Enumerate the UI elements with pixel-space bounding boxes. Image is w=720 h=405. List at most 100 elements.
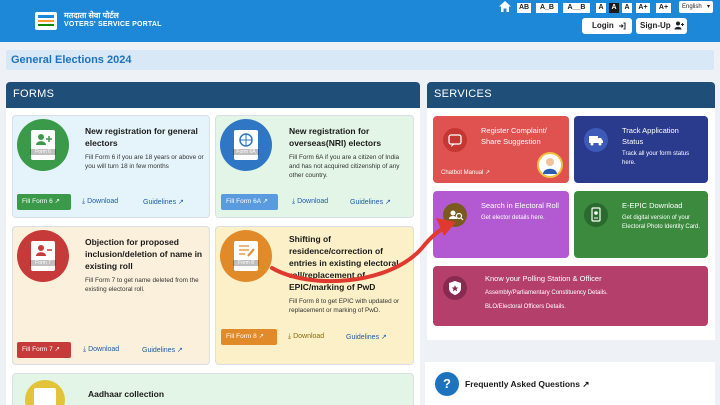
form7-desc: Fill Form 7 to get name deleted from the… [85, 277, 199, 293]
form8-download-label: Download [293, 333, 325, 340]
faq-link[interactable]: Frequently Asked Questions ↗ [465, 379, 589, 390]
font-size-large[interactable]: A+ [636, 3, 650, 13]
external-link-icon: ↗ [582, 379, 590, 389]
brand-english: VOTERS' SERVICE PORTAL [64, 21, 162, 28]
form6a-desc: Fill Form 6A if you are a citizen of Ind… [289, 154, 400, 179]
track-application-desc: Track all your form status here. [622, 151, 690, 166]
form6-icon-label: Form 6 [30, 149, 56, 155]
e-epic-download-desc: Get digital version of your Electoral Ph… [622, 215, 701, 230]
form8-guidelines-link[interactable]: Guidelines ↗ [346, 333, 387, 341]
polling-station-desc: Assembly/Parliamentary Constituency Deta… [485, 290, 608, 296]
fill-form7-label: Fill Form 7 [22, 346, 53, 353]
external-link-icon: ↗ [485, 170, 491, 176]
faq-card[interactable]: ? Frequently Asked Questions ↗ [425, 362, 715, 405]
track-application-title: Track Application Status [622, 126, 679, 146]
brand-hindi: मतदाता सेवा पोर्टल [64, 11, 119, 20]
form6-title: New registration for general electors [85, 126, 198, 148]
chatbot-avatar [537, 152, 563, 178]
search-electoral-roll-title: Search in Electoral Roll [481, 201, 559, 210]
form8-icon: Form 8 [220, 230, 272, 282]
login-label: Login [592, 21, 614, 30]
fill-form6a-label: Fill Form 6A [226, 198, 261, 205]
form8-guidelines-label: Guidelines [346, 334, 380, 341]
chat-icon [443, 128, 467, 152]
form8-download-link[interactable]: ⤓ Download [288, 333, 324, 341]
login-button[interactable]: Login [582, 18, 632, 34]
form7-icon: Form 7 [17, 230, 69, 282]
chevron-down-icon: ▾ [706, 4, 710, 10]
signup-label: Sign-Up [640, 21, 671, 30]
font-size-normal[interactable]: A [609, 3, 619, 13]
form6-guidelines-label: Guidelines [143, 199, 177, 206]
track-application-tile[interactable]: Track Application Status Track all your … [574, 116, 708, 183]
external-link-icon: ↗ [381, 334, 387, 341]
fill-form8-button[interactable]: Fill Form 8 ↗ [221, 329, 277, 345]
external-link-icon: ↗ [262, 198, 268, 205]
form7-guidelines-link[interactable]: Guidelines ↗ [142, 346, 183, 354]
polling-station-tile[interactable]: Know your Polling Station & Officer Asse… [433, 266, 708, 326]
font-size-ab[interactable]: AB [517, 3, 531, 13]
top-bar: मतदाता सेवा पोर्टल VOTERS' SERVICE PORTA… [0, 0, 720, 42]
external-link-icon: ↗ [258, 333, 264, 340]
e-epic-download-tile[interactable]: E-EPIC Download Get digital version of y… [574, 191, 708, 258]
chatbot-manual-link[interactable]: Chatbot Manual ↗ [441, 169, 490, 178]
download-icon: ⤓ [82, 198, 86, 205]
register-complaint-title: Register Complaint/ Share Suggestion [481, 126, 547, 146]
form7-icon-label: Form 7 [30, 260, 56, 266]
form6-download-link[interactable]: ⤓ Download [82, 198, 118, 206]
form6a-title: New registration for overseas(NRI) elect… [289, 126, 382, 148]
polling-station-title: Know your Polling Station & Officer [485, 274, 602, 283]
fill-form7-button[interactable]: Fill Form 7 ↗ [17, 342, 71, 358]
services-heading: SERVICES [434, 88, 492, 100]
aadhaar-card: Aadhaar collection [12, 373, 414, 405]
polling-station-desc2: BLO/Electoral Officers Details. [485, 304, 566, 310]
form6-icon: Form 6 [17, 119, 69, 171]
aadhaar-icon [25, 380, 65, 405]
faq-label: Frequently Asked Questions [465, 379, 580, 389]
font-size-a--b[interactable]: A__B [563, 3, 590, 13]
form6-download-label: Download [87, 198, 119, 205]
add-user-icon [674, 21, 684, 30]
register-complaint-tile[interactable]: Register Complaint/ Share Suggestion Cha… [433, 116, 569, 183]
services-header: SERVICES [427, 82, 715, 108]
signup-button[interactable]: Sign-Up [636, 18, 687, 34]
form7-download-link[interactable]: ⤓ Download [83, 346, 119, 354]
external-link-icon: ↗ [54, 346, 60, 353]
form6-guidelines-link[interactable]: Guidelines ↗ [143, 198, 184, 206]
font-size-small[interactable]: A [596, 3, 606, 13]
font-size-medium[interactable]: A [622, 3, 632, 13]
download-icon: ⤓ [288, 333, 292, 340]
form6-desc: Fill Form 6 if you are 18 years or above… [85, 154, 204, 170]
form6a-icon-label: Form 6A [233, 149, 259, 155]
aadhaar-title: Aadhaar collection [88, 389, 165, 399]
external-link-icon: ↗ [177, 347, 183, 354]
font-size-a-b[interactable]: A_B [536, 3, 558, 13]
form7-download-label: Download [88, 346, 120, 353]
external-link-icon: ↗ [54, 198, 60, 205]
id-card-icon [584, 203, 608, 227]
form8-desc: Fill Form 8 to get EPIC with updated or … [289, 298, 400, 314]
eci-logo-icon [35, 12, 57, 30]
form7-title: Objection for proposed inclusion/deletio… [85, 237, 203, 271]
chatbot-manual-label: Chatbot Manual [441, 170, 484, 176]
search-electoral-roll-desc: Get elector details here. [481, 215, 545, 221]
general-elections-banner[interactable]: General Elections 2024 [6, 50, 714, 70]
general-elections-title: General Elections 2024 [11, 54, 132, 66]
font-size-increase[interactable]: A+ [656, 3, 671, 13]
home-icon[interactable] [498, 0, 512, 13]
form7-guidelines-label: Guidelines [142, 347, 176, 354]
form8-icon-label: Form 8 [233, 260, 259, 266]
truck-icon [584, 128, 608, 152]
forms-header: FORMS [6, 82, 420, 108]
question-icon: ? [435, 372, 459, 396]
fill-form6-label: Fill Form 6 [22, 198, 53, 205]
fill-form6-button[interactable]: Fill Form 6 ↗ [17, 194, 71, 210]
form7-card: Form 7 Objection for proposed inclusion/… [12, 226, 210, 365]
form6-card: Form 6 New registration for general elec… [12, 115, 210, 218]
login-icon [619, 22, 626, 30]
fill-form8-label: Fill Form 8 [226, 333, 257, 340]
language-value: English [682, 4, 702, 10]
language-select[interactable]: English ▾ [679, 1, 713, 13]
form6a-icon: Form 6A [220, 119, 272, 171]
e-epic-download-title: E-EPIC Download [622, 201, 683, 210]
